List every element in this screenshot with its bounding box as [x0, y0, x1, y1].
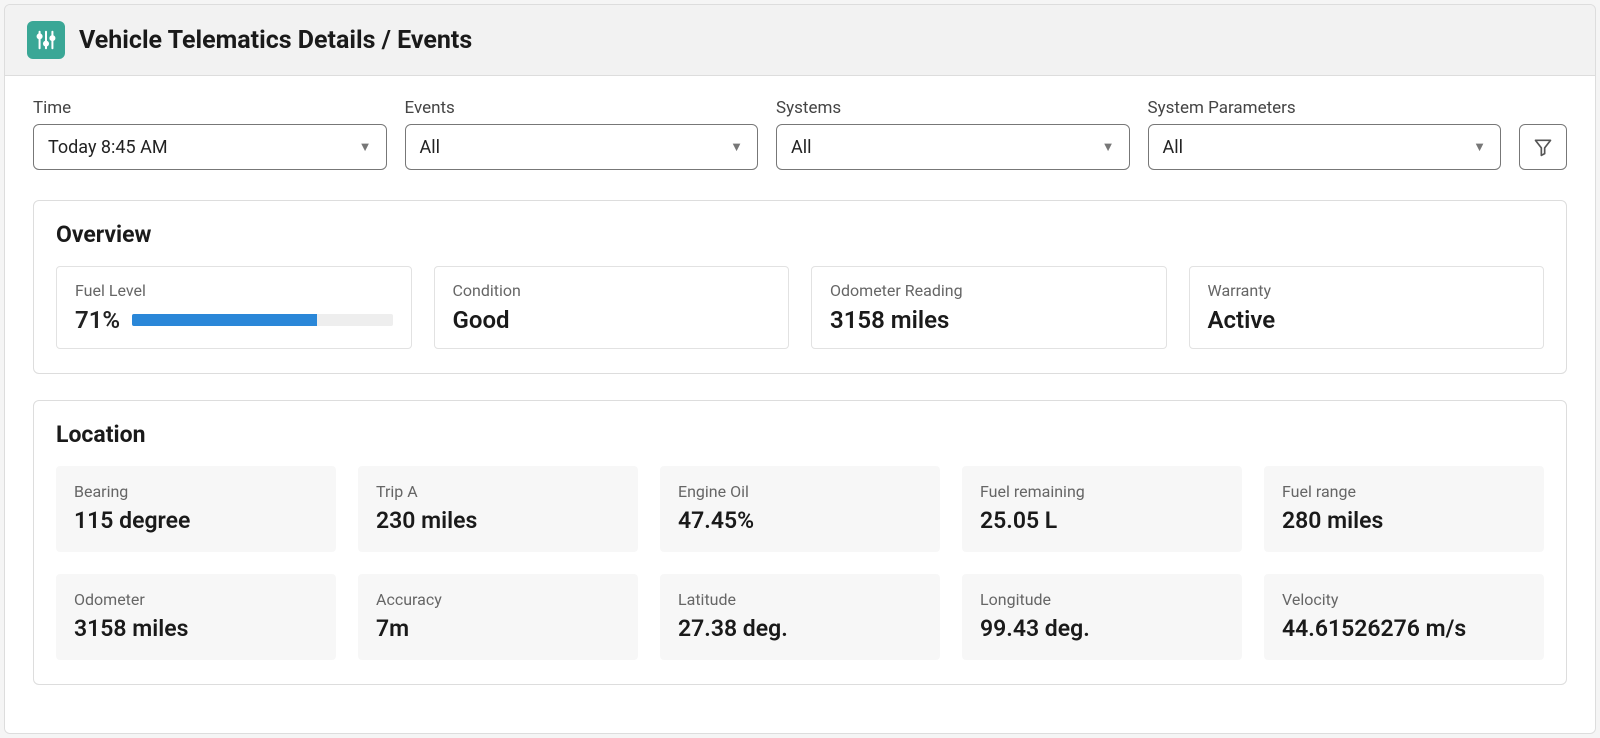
overview-title: Overview	[56, 221, 1544, 248]
chevron-down-icon: ▼	[359, 139, 372, 155]
latitude-value: 27.38 deg.	[678, 615, 922, 642]
overview-panel: Overview Fuel Level 71% Condition Good	[33, 200, 1567, 374]
loc-card-bearing: Bearing 115 degree	[56, 466, 336, 552]
fuel-remaining-label: Fuel remaining	[980, 482, 1224, 501]
engine-oil-label: Engine Oil	[678, 482, 922, 501]
filter-params-value: All	[1163, 137, 1184, 158]
filter-systems-value: All	[791, 137, 812, 158]
bearing-value: 115 degree	[74, 507, 318, 534]
condition-label: Condition	[453, 281, 771, 300]
loc-card-velocity: Velocity 44.61526276 m/s	[1264, 574, 1544, 660]
fuel-row: 71%	[75, 306, 393, 334]
chevron-down-icon: ▼	[730, 139, 743, 155]
header-bar: Vehicle Telematics Details / Events	[5, 5, 1595, 76]
loc-odometer-value: 3158 miles	[74, 615, 318, 642]
filter-params-dropdown[interactable]: All ▼	[1148, 124, 1502, 170]
overview-card-warranty: Warranty Active	[1189, 266, 1545, 349]
filter-button[interactable]	[1519, 124, 1567, 170]
filter-systems-group: Systems All ▼	[776, 98, 1130, 170]
filter-params-group: System Parameters All ▼	[1148, 98, 1502, 170]
latitude-label: Latitude	[678, 590, 922, 609]
condition-value: Good	[453, 306, 771, 334]
fuel-range-label: Fuel range	[1282, 482, 1526, 501]
filters-row: Time Today 8:45 AM ▼ Events All ▼ System…	[33, 98, 1567, 170]
warranty-label: Warranty	[1208, 281, 1526, 300]
loc-card-fuel-remaining: Fuel remaining 25.05 L	[962, 466, 1242, 552]
fuel-progress-bar	[132, 314, 392, 326]
fuel-range-value: 280 miles	[1282, 507, 1526, 534]
content-area: Time Today 8:45 AM ▼ Events All ▼ System…	[5, 76, 1595, 733]
loc-card-longitude: Longitude 99.43 deg.	[962, 574, 1242, 660]
velocity-label: Velocity	[1282, 590, 1526, 609]
overview-card-condition: Condition Good	[434, 266, 790, 349]
sliders-icon	[27, 21, 65, 59]
loc-card-engine-oil: Engine Oil 47.45%	[660, 466, 940, 552]
loc-card-fuel-range: Fuel range 280 miles	[1264, 466, 1544, 552]
chevron-down-icon: ▼	[1473, 139, 1486, 155]
accuracy-label: Accuracy	[376, 590, 620, 609]
filter-time-dropdown[interactable]: Today 8:45 AM ▼	[33, 124, 387, 170]
fuel-remaining-value: 25.05 L	[980, 507, 1224, 534]
overview-card-odometer: Odometer Reading 3158 miles	[811, 266, 1167, 349]
odometer-label: Odometer Reading	[830, 281, 1148, 300]
longitude-label: Longitude	[980, 590, 1224, 609]
trip-a-value: 230 miles	[376, 507, 620, 534]
page-title: Vehicle Telematics Details / Events	[79, 26, 472, 55]
chevron-down-icon: ▼	[1102, 139, 1115, 155]
filter-events-label: Events	[405, 98, 759, 118]
filter-events-dropdown[interactable]: All ▼	[405, 124, 759, 170]
loc-card-accuracy: Accuracy 7m	[358, 574, 638, 660]
warranty-value: Active	[1208, 306, 1526, 334]
fuel-progress-fill	[132, 314, 317, 326]
filter-time-value: Today 8:45 AM	[48, 137, 168, 158]
odometer-value: 3158 miles	[830, 306, 1148, 334]
accuracy-value: 7m	[376, 615, 620, 642]
filter-events-value: All	[420, 137, 441, 158]
trip-a-label: Trip A	[376, 482, 620, 501]
loc-odometer-label: Odometer	[74, 590, 318, 609]
velocity-value: 44.61526276 m/s	[1282, 615, 1526, 642]
fuel-label: Fuel Level	[75, 281, 393, 300]
engine-oil-value: 47.45%	[678, 507, 922, 534]
filter-params-label: System Parameters	[1148, 98, 1502, 118]
bearing-label: Bearing	[74, 482, 318, 501]
filter-time-label: Time	[33, 98, 387, 118]
filter-events-group: Events All ▼	[405, 98, 759, 170]
longitude-value: 99.43 deg.	[980, 615, 1224, 642]
app-frame: Vehicle Telematics Details / Events Time…	[4, 4, 1596, 734]
overview-cards-row: Fuel Level 71% Condition Good Odometer R…	[56, 266, 1544, 349]
fuel-percent: 71%	[75, 306, 120, 334]
filter-time-group: Time Today 8:45 AM ▼	[33, 98, 387, 170]
overview-card-fuel: Fuel Level 71%	[56, 266, 412, 349]
filter-systems-dropdown[interactable]: All ▼	[776, 124, 1130, 170]
location-title: Location	[56, 421, 1544, 448]
loc-card-latitude: Latitude 27.38 deg.	[660, 574, 940, 660]
loc-card-trip-a: Trip A 230 miles	[358, 466, 638, 552]
location-grid: Bearing 115 degree Trip A 230 miles Engi…	[56, 466, 1544, 660]
filter-systems-label: Systems	[776, 98, 1130, 118]
funnel-icon	[1533, 137, 1553, 157]
loc-card-odometer: Odometer 3158 miles	[56, 574, 336, 660]
location-panel: Location Bearing 115 degree Trip A 230 m…	[33, 400, 1567, 685]
